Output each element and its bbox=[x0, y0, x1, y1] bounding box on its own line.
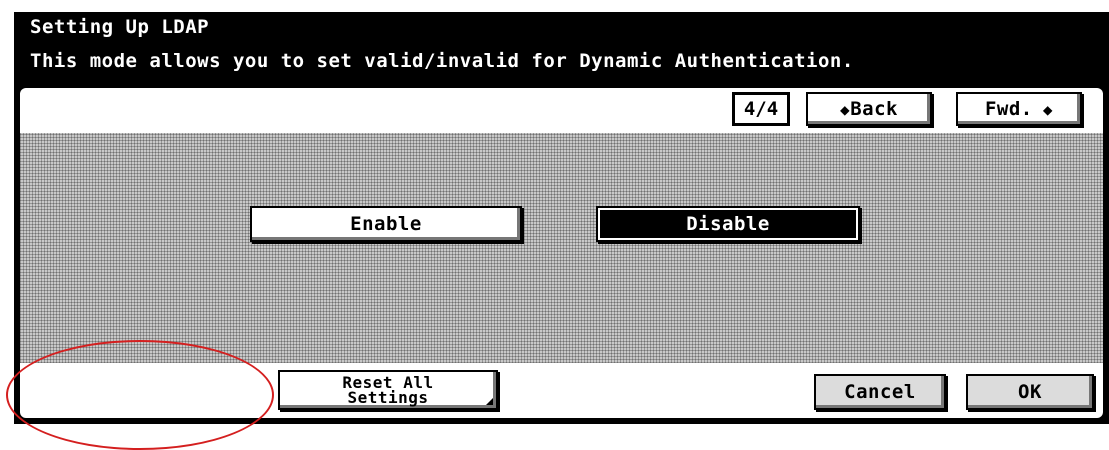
forward-button[interactable]: Fwd. ◆ bbox=[956, 92, 1082, 126]
reset-label-line2: Settings bbox=[347, 388, 429, 407]
ok-button[interactable]: OK bbox=[966, 374, 1094, 410]
disable-button[interactable]: Disable bbox=[596, 206, 860, 242]
page-description: This mode allows you to set valid/invali… bbox=[30, 50, 854, 72]
options-area bbox=[20, 133, 1103, 363]
page-title: Setting Up LDAP bbox=[30, 16, 210, 38]
settings-panel: 4/4 ◆ Back Fwd. ◆ Enable Disable Reset A… bbox=[14, 84, 1109, 424]
arrow-right-icon: ◆ bbox=[1032, 99, 1054, 119]
panel-content: 4/4 ◆ Back Fwd. ◆ Enable Disable Reset A… bbox=[20, 88, 1103, 418]
corner-triangle-icon bbox=[486, 398, 493, 405]
reset-all-settings-button[interactable]: Reset All Settings bbox=[278, 370, 498, 410]
page-indicator: 4/4 bbox=[732, 92, 790, 126]
cancel-button[interactable]: Cancel bbox=[814, 374, 946, 410]
back-label: Back bbox=[850, 98, 898, 120]
fwd-label: Fwd. bbox=[984, 98, 1033, 120]
back-button[interactable]: ◆ Back bbox=[806, 92, 932, 126]
enable-button[interactable]: Enable bbox=[250, 206, 522, 242]
screen-header: Setting Up LDAP This mode allows you to … bbox=[14, 12, 1109, 84]
arrow-left-icon: ◆ bbox=[840, 99, 851, 119]
